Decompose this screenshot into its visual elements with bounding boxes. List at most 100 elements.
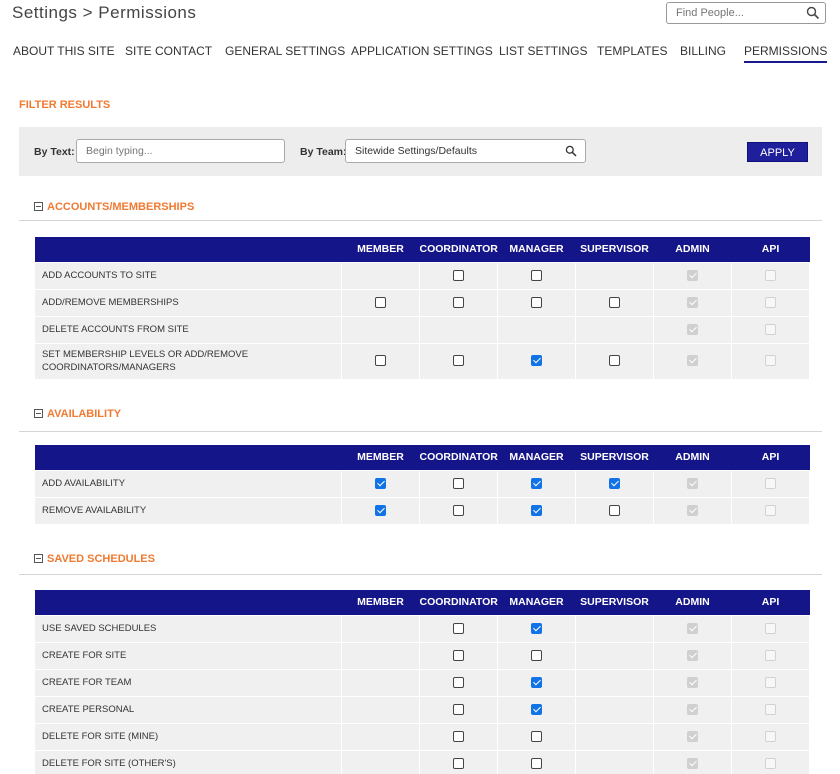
permission-checkbox[interactable] xyxy=(609,477,620,489)
permission-cell-coordinator xyxy=(419,261,498,290)
permission-checkbox xyxy=(765,477,776,489)
section-header-availability[interactable]: AVAILABILITY xyxy=(34,408,121,420)
permission-cell-admin xyxy=(653,469,732,498)
permission-cell-member xyxy=(341,342,420,380)
nav-site-contact[interactable]: SITE CONTACT xyxy=(125,44,212,61)
permission-checkbox[interactable] xyxy=(531,703,542,715)
nav-general-settings[interactable]: GENERAL SETTINGS xyxy=(225,44,345,61)
section-title: AVAILABILITY xyxy=(47,408,122,420)
permission-checkbox[interactable] xyxy=(453,269,464,281)
permission-checkbox[interactable] xyxy=(531,622,542,634)
permission-cell-api xyxy=(731,722,810,751)
permission-checkbox[interactable] xyxy=(531,730,542,742)
permission-checkbox xyxy=(687,622,698,634)
search-icon[interactable] xyxy=(806,6,820,20)
permission-cell-manager xyxy=(497,722,576,751)
permission-checkbox[interactable] xyxy=(375,504,386,516)
table-row: DELETE ACCOUNTS FROM SITE xyxy=(34,315,810,344)
permission-checkbox[interactable] xyxy=(531,649,542,661)
permission-checkbox[interactable] xyxy=(453,296,464,308)
collapse-icon[interactable] xyxy=(34,202,43,211)
permission-checkbox[interactable] xyxy=(609,355,620,367)
permission-cell-coordinator xyxy=(419,342,498,380)
collapse-icon[interactable] xyxy=(34,554,43,563)
table-row: DELETE FOR SITE (MINE) xyxy=(34,722,810,751)
permission-cell-supervisor xyxy=(575,695,654,724)
permission-checkbox xyxy=(765,622,776,634)
permission-checkbox xyxy=(687,323,698,335)
by-text-field[interactable] xyxy=(76,139,285,163)
find-people-search[interactable] xyxy=(666,2,826,24)
permission-checkbox[interactable] xyxy=(531,757,542,769)
permission-checkbox[interactable] xyxy=(453,703,464,715)
table-row: USE SAVED SCHEDULES xyxy=(34,614,810,643)
permission-checkbox xyxy=(687,504,698,516)
col-manager: MANAGER xyxy=(497,445,576,470)
permission-checkbox[interactable] xyxy=(453,676,464,688)
permission-cell-admin xyxy=(653,261,732,290)
permission-checkbox[interactable] xyxy=(453,730,464,742)
permission-checkbox[interactable] xyxy=(453,649,464,661)
nav-about-this-site[interactable]: ABOUT THIS SITE xyxy=(13,44,115,61)
table-row: SET MEMBERSHIP LEVELS OR ADD/REMOVE COOR… xyxy=(34,342,810,380)
permission-checkbox[interactable] xyxy=(453,477,464,489)
table-header: MEMBER COORDINATOR MANAGER SUPERVISOR AD… xyxy=(34,237,810,262)
permission-checkbox[interactable] xyxy=(531,477,542,489)
permission-checkbox[interactable] xyxy=(531,504,542,516)
section-title: SAVED SCHEDULES xyxy=(47,553,155,565)
search-icon[interactable] xyxy=(565,145,577,157)
section-header-accounts[interactable]: ACCOUNTS/MEMBERSHIPS xyxy=(34,201,194,213)
nav-permissions[interactable]: PERMISSIONS xyxy=(744,44,828,63)
permission-label: DELETE FOR SITE (OTHER'S) xyxy=(34,749,342,774)
nav-billing[interactable]: BILLING xyxy=(680,44,726,61)
permission-cell-member xyxy=(341,315,420,344)
permission-checkbox[interactable] xyxy=(531,676,542,688)
permission-cell-admin xyxy=(653,315,732,344)
permission-cell-manager xyxy=(497,342,576,380)
permission-checkbox[interactable] xyxy=(531,355,542,367)
permission-checkbox[interactable] xyxy=(375,355,386,367)
col-admin: ADMIN xyxy=(653,237,732,262)
permission-checkbox xyxy=(765,355,776,367)
permission-cell-member xyxy=(341,749,420,774)
permission-label: USE SAVED SCHEDULES xyxy=(34,614,342,643)
permission-cell-coordinator xyxy=(419,288,498,317)
top-bar: Settings > Permissions xyxy=(0,0,840,28)
permission-checkbox[interactable] xyxy=(609,504,620,516)
permission-cell-admin xyxy=(653,496,732,525)
permission-cell-member xyxy=(341,668,420,697)
permission-cell-api xyxy=(731,469,810,498)
permission-cell-api xyxy=(731,749,810,774)
permission-cell-admin xyxy=(653,342,732,380)
nav-application-settings[interactable]: APPLICATION SETTINGS xyxy=(351,44,493,61)
col-member: MEMBER xyxy=(341,237,420,262)
permission-cell-admin xyxy=(653,641,732,670)
by-team-input[interactable] xyxy=(346,140,585,162)
apply-button[interactable]: APPLY xyxy=(747,142,808,162)
permission-label: CREATE PERSONAL xyxy=(34,695,342,724)
permission-checkbox[interactable] xyxy=(531,269,542,281)
permission-cell-manager xyxy=(497,668,576,697)
by-team-field[interactable] xyxy=(345,139,586,163)
permission-checkbox[interactable] xyxy=(375,477,386,489)
section-header-saved-schedules[interactable]: SAVED SCHEDULES xyxy=(34,553,155,565)
nav-list-settings[interactable]: LIST SETTINGS xyxy=(499,44,587,61)
find-people-input[interactable] xyxy=(667,3,797,23)
collapse-icon[interactable] xyxy=(34,409,43,418)
permission-checkbox[interactable] xyxy=(375,296,386,308)
permission-checkbox[interactable] xyxy=(453,622,464,634)
header-blank xyxy=(34,590,342,615)
permission-cell-manager xyxy=(497,288,576,317)
nav-templates[interactable]: TEMPLATES xyxy=(597,44,667,61)
permission-cell-admin xyxy=(653,695,732,724)
permission-checkbox[interactable] xyxy=(453,355,464,367)
by-text-input[interactable] xyxy=(77,140,284,162)
permission-cell-supervisor xyxy=(575,315,654,344)
permission-checkbox[interactable] xyxy=(453,757,464,769)
permission-checkbox[interactable] xyxy=(453,504,464,516)
permission-checkbox xyxy=(687,296,698,308)
permission-checkbox[interactable] xyxy=(531,296,542,308)
by-team-label: By Team: xyxy=(300,146,347,158)
permission-checkbox[interactable] xyxy=(609,296,620,308)
permission-cell-coordinator xyxy=(419,641,498,670)
